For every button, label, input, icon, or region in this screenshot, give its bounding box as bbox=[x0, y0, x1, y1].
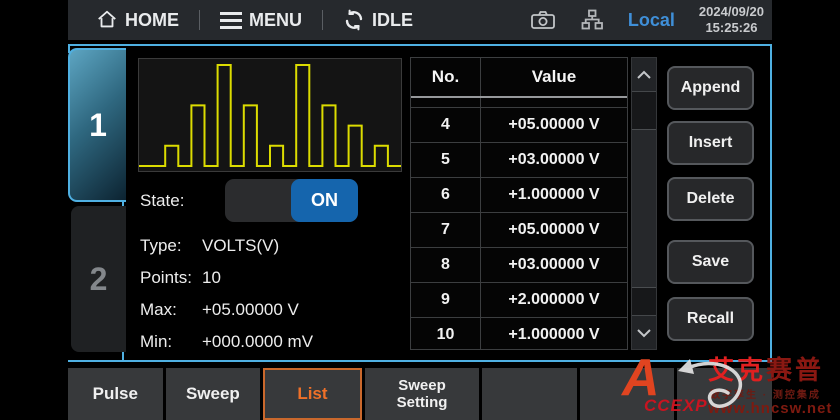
menu-button[interactable]: MENU bbox=[220, 10, 302, 31]
scroll-up-button[interactable] bbox=[632, 58, 656, 92]
menu-label: MENU bbox=[249, 10, 302, 31]
state-label: State: bbox=[140, 191, 184, 211]
channel-tab-label: 2 bbox=[90, 261, 108, 298]
table-row[interactable]: 5+03.00000 V bbox=[411, 143, 627, 178]
status-label: IDLE bbox=[372, 10, 413, 31]
top-bar: HOME MENU IDLE bbox=[68, 0, 772, 40]
table-row[interactable]: 9+2.000000 V bbox=[411, 283, 627, 318]
recall-button[interactable]: Recall bbox=[667, 297, 754, 341]
max-value: +05.00000 V bbox=[202, 300, 299, 320]
points-label: Points: bbox=[140, 268, 192, 288]
cell-no: 6 bbox=[411, 178, 481, 212]
table-row[interactable]: 10+1.000000 V bbox=[411, 318, 627, 350]
cell-value[interactable]: +1.000000 V bbox=[481, 318, 627, 350]
time-text: 15:25:26 bbox=[699, 20, 764, 36]
cell-no: 5 bbox=[411, 143, 481, 177]
local-mode-indicator[interactable]: Local bbox=[628, 10, 675, 31]
col-header-value: Value bbox=[481, 58, 627, 96]
home-icon bbox=[96, 9, 118, 31]
cell-value[interactable]: +05.00000 V bbox=[481, 213, 627, 247]
divider bbox=[322, 10, 323, 30]
tab-empty bbox=[482, 368, 577, 420]
function-tab-bar: PulseSweepListSweep Setting bbox=[68, 368, 772, 420]
col-header-no: No. bbox=[411, 58, 481, 96]
scroll-down-button[interactable] bbox=[632, 315, 656, 349]
type-value: VOLTS(V) bbox=[202, 236, 279, 256]
instrument-screen: HOME MENU IDLE bbox=[0, 0, 840, 420]
delete-button[interactable]: Delete bbox=[667, 177, 754, 221]
table-row[interactable]: 6+1.000000 V bbox=[411, 178, 627, 213]
max-label: Max: bbox=[140, 300, 177, 320]
sync-icon bbox=[343, 9, 365, 31]
type-label: Type: bbox=[140, 236, 182, 256]
cell-value[interactable]: +03.00000 V bbox=[481, 248, 627, 282]
tab-pulse[interactable]: Pulse bbox=[68, 368, 163, 420]
table-row[interactable]: 7+05.00000 V bbox=[411, 213, 627, 248]
divider bbox=[199, 10, 200, 30]
list-value-table: No. Value 4+05.00000 V5+03.00000 V6+1.00… bbox=[410, 57, 628, 350]
tab-sweep-setting[interactable]: Sweep Setting bbox=[365, 368, 480, 420]
screenshot-camera-icon[interactable] bbox=[530, 9, 556, 31]
table-scrollbar[interactable] bbox=[631, 57, 657, 350]
tab-list[interactable]: List bbox=[263, 368, 362, 420]
cell-no: 7 bbox=[411, 213, 481, 247]
output-state-toggle[interactable]: ON bbox=[225, 179, 358, 222]
trigger-status: IDLE bbox=[343, 9, 413, 31]
list-waveform-chart bbox=[138, 58, 402, 172]
table-row[interactable]: 8+03.00000 V bbox=[411, 248, 627, 283]
chevron-up-icon bbox=[636, 70, 652, 80]
toggle-on-knob: ON bbox=[291, 179, 358, 222]
cell-no: 10 bbox=[411, 318, 481, 350]
cell-no: 8 bbox=[411, 248, 481, 282]
cell-no: 4 bbox=[411, 108, 481, 142]
home-button[interactable]: HOME bbox=[96, 9, 179, 31]
save-button[interactable]: Save bbox=[667, 240, 754, 284]
scrollbar-thumb[interactable] bbox=[632, 129, 656, 288]
lan-network-icon[interactable] bbox=[580, 8, 604, 32]
channel-tab-label: 1 bbox=[89, 107, 107, 144]
table-row[interactable]: 4+05.00000 V bbox=[411, 108, 627, 143]
cell-value[interactable]: +1.000000 V bbox=[481, 178, 627, 212]
cell-value[interactable]: +03.00000 V bbox=[481, 143, 627, 177]
table-row-partial bbox=[411, 98, 627, 108]
chevron-down-icon bbox=[636, 328, 652, 338]
cell-no: 9 bbox=[411, 283, 481, 317]
channel-tab-1[interactable]: 1 bbox=[68, 48, 126, 202]
list-waveform-trace bbox=[139, 65, 401, 166]
tab-sweep[interactable]: Sweep bbox=[166, 368, 261, 420]
min-value: +000.0000 mV bbox=[202, 332, 313, 352]
cell-value[interactable]: +2.000000 V bbox=[481, 283, 627, 317]
date-text: 2024/09/20 bbox=[699, 4, 764, 20]
table-header-row: No. Value bbox=[411, 58, 627, 98]
home-label: HOME bbox=[125, 10, 179, 31]
channel-tab-2[interactable]: 2 bbox=[71, 206, 126, 352]
tab-empty bbox=[580, 368, 675, 420]
points-value: 10 bbox=[202, 268, 221, 288]
tab-empty bbox=[677, 368, 772, 420]
menu-icon bbox=[220, 12, 242, 29]
append-button[interactable]: Append bbox=[667, 66, 754, 110]
min-label: Min: bbox=[140, 332, 172, 352]
cell-value[interactable]: +05.00000 V bbox=[481, 108, 627, 142]
datetime-display: 2024/09/20 15:25:26 bbox=[699, 4, 764, 37]
insert-button[interactable]: Insert bbox=[667, 121, 754, 165]
